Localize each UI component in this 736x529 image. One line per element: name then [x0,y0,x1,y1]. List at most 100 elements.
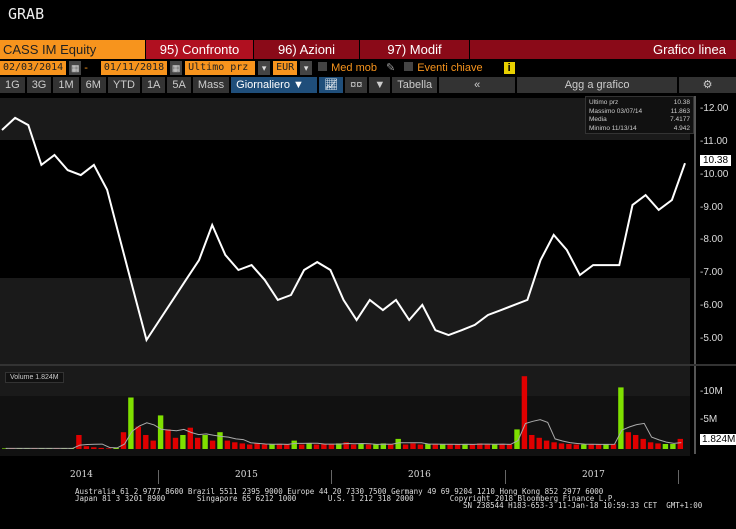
chevron-down-icon[interactable]: ▾ [258,60,271,75]
period-5a[interactable]: 5A [167,77,191,93]
confronto-button[interactable]: 95) Confronto [145,40,253,59]
calendar-icon[interactable]: ▦ [69,60,82,75]
volume-bar [291,440,297,449]
volume-bar [135,426,141,449]
legend-max-value: 11.863 [670,107,690,115]
field-select[interactable]: Ultimo prz [185,60,256,75]
volume-bar [603,444,609,449]
volume-bar [165,429,171,449]
back-button[interactable]: « [439,77,516,93]
volume-bar [425,444,431,449]
currency-select[interactable]: EUR [273,60,298,75]
period-1g[interactable]: 1G [0,77,25,93]
footer-line-3: SN 238544 H183-653-3 11-Jan-18 10:59:33 … [463,501,703,510]
volume-bar [373,444,379,449]
volume-bar [306,443,312,449]
volume-bar [432,444,438,449]
add-to-chart-button[interactable]: Agg a grafico [517,77,678,93]
end-date-input[interactable]: 01/11/2018 [100,60,168,75]
price-y-tick: -9.00 [700,201,723,213]
volume-bar [410,443,416,449]
volume-bar [143,435,149,449]
volume-bar [247,444,253,449]
volume-bar [224,440,231,449]
med-mob-checkbox[interactable]: Med mob [318,61,377,74]
calendar-icon[interactable]: ▦ [170,60,183,75]
pencil-icon[interactable]: ✎ [386,61,395,74]
date-separator: - [84,61,88,74]
period-ytd[interactable]: YTD [107,77,140,93]
chevron-down-icon[interactable]: ▼ [369,77,391,93]
volume-bar [506,444,513,449]
window-title: GRAB [8,5,45,23]
volume-bar [91,447,97,449]
main-toolbar: CASS IM Equity 95) Confronto 96) Azioni … [0,40,736,59]
volume-y-tick: -10M [700,386,723,397]
ticker-field[interactable]: CASS IM Equity [0,40,145,59]
volume-bar [566,444,572,449]
legend-min-label: Minimo 11/13/14 [589,124,637,132]
volume-bar [551,442,557,449]
legend-last-label: Ultimo prz [589,99,619,106]
volume-bar [105,448,112,449]
eventi-checkbox[interactable]: Eventi chiave [404,61,483,74]
volume-bar [269,444,275,449]
frequency-select[interactable]: Giornaliero ▼ [231,77,318,93]
price-y-tick: -6.00 [700,300,723,312]
volume-bar [254,443,260,449]
volume-bar [180,435,186,449]
volume-bar [261,444,268,449]
info-icon[interactable]: i [503,61,515,74]
period-1m[interactable]: 1M [53,77,79,93]
volume-bar [417,444,424,449]
volume-bar [195,437,201,449]
volume-bar [313,444,320,449]
volume-bar [662,444,669,449]
volume-bar [284,444,290,449]
candle-chart-icon[interactable]: ¤¤ [345,77,368,93]
volume-bar [217,432,223,449]
volume-bar [232,442,238,449]
volume-bar [395,438,401,449]
legend-mean-label: Media [589,116,607,123]
volume-bar [98,447,104,449]
legend-max-label: Massimo 03/07/14 [589,107,643,115]
chevron-down-icon[interactable]: ▾ [300,60,313,75]
volume-bar [529,435,535,449]
volume-bar [402,444,409,449]
volume-bar [157,415,164,449]
volume-bar [521,376,528,449]
period-1a[interactable]: 1A [141,77,166,93]
volume-bar [365,444,372,449]
volume-bar [299,444,305,449]
volume-bar [670,444,676,449]
volume-y-tick: -5M [700,414,718,425]
price-y-tick: -7.00 [700,267,723,279]
chart-type-label[interactable]: Grafico linea [469,40,736,59]
price-y-tick: -5.00 [700,333,723,345]
tabella-button[interactable]: Tabella [392,77,438,93]
volume-bar [588,444,594,449]
settings-icon[interactable]: ⚙ [679,77,736,93]
azioni-menu[interactable]: 96) Azioni [253,40,359,59]
volume-bar [581,444,587,449]
volume-bar [640,438,646,449]
volume-bar [120,432,127,449]
modif-menu[interactable]: 97) Modif [359,40,469,59]
price-chart [0,96,736,456]
volume-bar [492,444,498,449]
line-chart-icon[interactable]: 📈︎ [319,77,344,93]
period-toolbar: 1G 3G 1M 6M YTD 1A 5A Mass Giornaliero ▼… [0,77,736,93]
price-y-tick: -8.00 [700,234,723,246]
volume-bar [209,440,216,449]
volume-bar [83,446,90,449]
volume-bar [469,444,476,449]
period-mass[interactable]: Mass [192,77,230,93]
start-date-input[interactable]: 02/03/2014 [0,60,67,75]
period-6m[interactable]: 6M [80,77,106,93]
last-volume-label: 1.824M [700,434,736,445]
period-3g[interactable]: 3G [26,77,52,93]
volume-bar [150,440,156,449]
volume-bar [454,444,461,449]
volume-bar [202,435,208,449]
